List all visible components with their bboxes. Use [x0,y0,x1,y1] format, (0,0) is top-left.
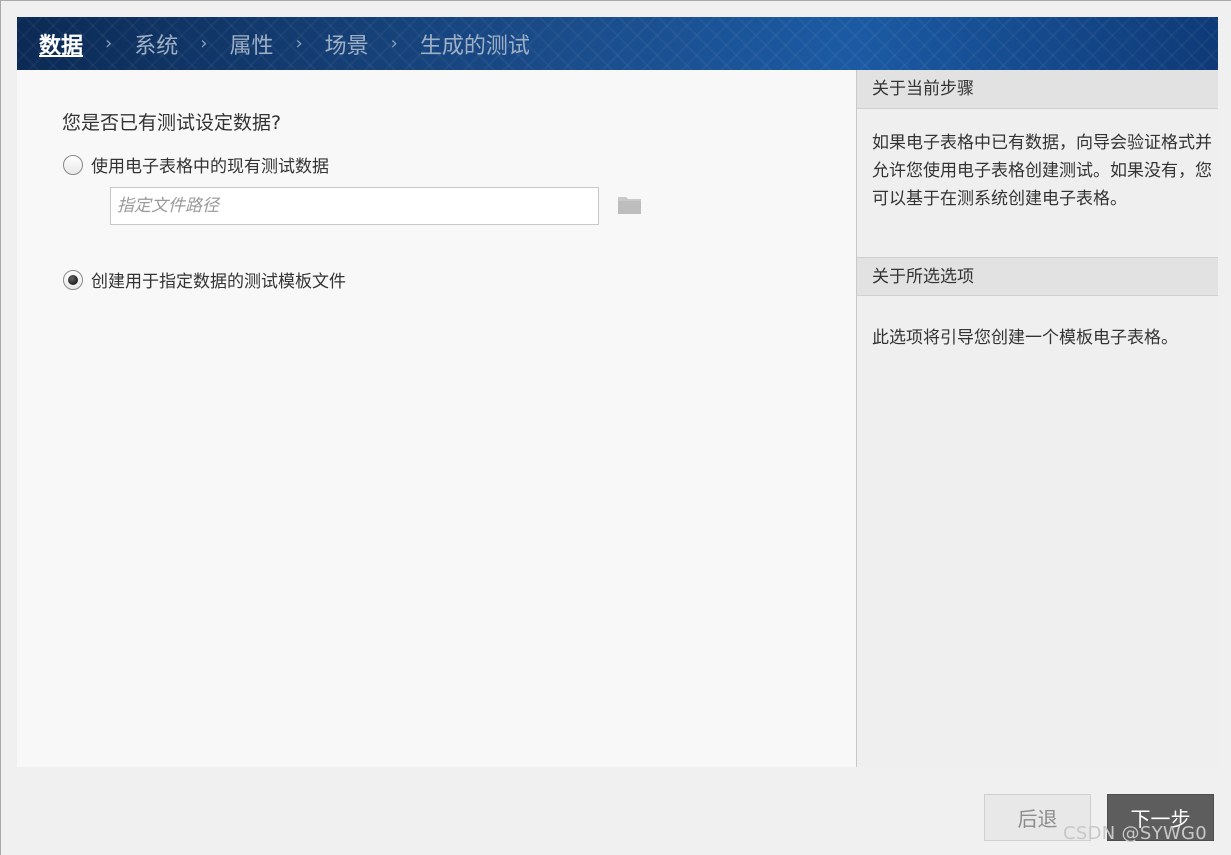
option-existing-data-label: 使用电子表格中的现有测试数据 [91,157,329,177]
step-separator: › [105,33,113,54]
radio-existing-data[interactable] [63,154,83,175]
option-create-template[interactable]: 创建用于指定数据的测试模板文件 [63,267,346,292]
step-system[interactable]: 系统 [134,28,178,60]
option-existing-data[interactable]: 使用电子表格中的现有测试数据 [63,152,329,177]
selected-option-text: 此选项将引导您创建一个模板电子表格。 [872,328,1178,348]
data-question: 您是否已有测试设定数据? [62,112,282,134]
option-create-template-label: 创建用于指定数据的测试模板文件 [91,272,346,292]
help-sidebar: 关于当前步骤 如果电子表格中已有数据，向导会验证格式并允许您使用电子表格创建测试… [856,70,1218,767]
radio-create-template[interactable] [63,269,83,290]
wizard-window: 数据 › 系统 › 属性 › 场景 › 生成的测试 您是否已有测试设定数据? 使… [0,0,1231,855]
step-separator: › [295,33,303,54]
step-generated-test[interactable]: 生成的测试 [420,28,530,60]
current-step-heading: 关于当前步骤 [857,70,1218,109]
current-step-text: 如果电子表格中已有数据，向导会验证格式并允许您使用电子表格创建测试。如果没有，您… [872,133,1212,209]
watermark: CSDN @SYWG0 [1063,823,1207,844]
step-properties[interactable]: 属性 [229,28,273,60]
step-scenario[interactable]: 场景 [325,28,369,60]
main-panel: 您是否已有测试设定数据? 使用电子表格中的现有测试数据 创建用于指定数据的测试模… [17,70,856,767]
wizard-step-bar: 数据 › 系统 › 属性 › 场景 › 生成的测试 [17,17,1218,70]
step-data[interactable]: 数据 [39,28,83,60]
folder-icon[interactable] [617,195,642,215]
step-separator: › [200,33,208,54]
file-path-input[interactable] [110,187,599,225]
step-separator: › [390,33,398,54]
selected-option-heading: 关于所选选项 [857,257,1218,296]
